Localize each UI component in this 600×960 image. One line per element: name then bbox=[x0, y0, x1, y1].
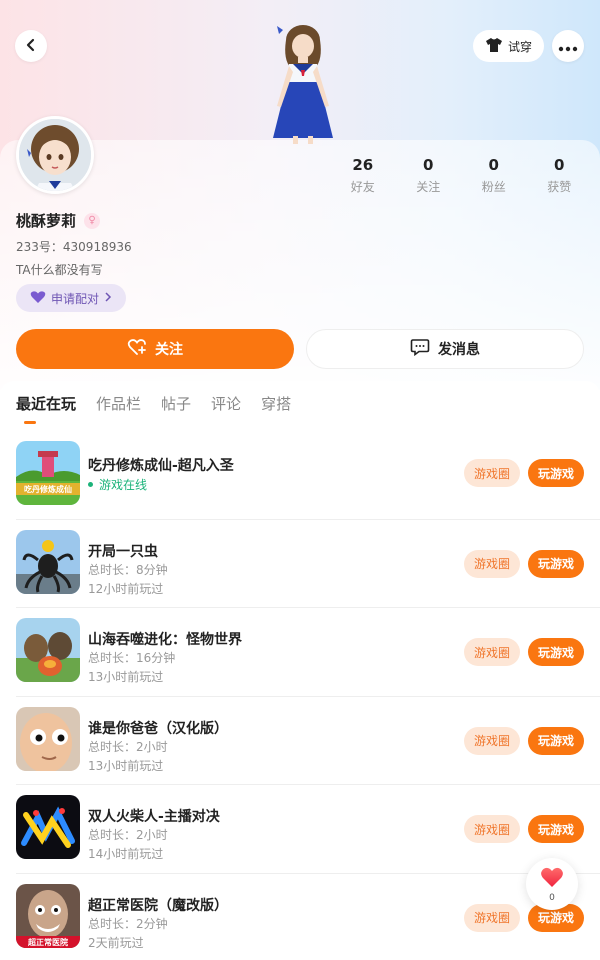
stat-label: 好友 bbox=[350, 180, 375, 194]
heart-icon bbox=[540, 866, 564, 892]
profile-stats: 26 好友 0 关注 0 粉丝 0 获赞 bbox=[330, 156, 592, 195]
game-circle-button[interactable]: 游戏圈 bbox=[464, 903, 520, 932]
tab-recent-played[interactable]: 最近在玩 bbox=[16, 393, 76, 414]
chevron-right-icon bbox=[104, 291, 112, 305]
tab-comments[interactable]: 评论 bbox=[211, 393, 241, 414]
play-duration: 总时长：2分钟 bbox=[88, 916, 168, 931]
send-message-button[interactable]: 发消息 bbox=[306, 329, 584, 369]
tab-outfits[interactable]: 穿搭 bbox=[261, 393, 291, 414]
last-played: 13小时前玩过 bbox=[88, 670, 164, 684]
recent-games-list: 吃丹修炼成仙 吃丹修炼成仙-超凡入圣 游戏在线 游戏圈 玩游戏 开局一只虫 总时… bbox=[0, 431, 600, 960]
list-item[interactable]: 超正常医院 超正常医院（魔改版） 总时长：2分钟 2天前玩过 游戏圈 玩游戏 bbox=[0, 874, 600, 960]
game-thumbnail[interactable]: 吃丹修炼成仙 bbox=[16, 441, 80, 505]
follow-label: 关注 bbox=[155, 342, 183, 358]
avatar-3d-figure[interactable] bbox=[255, 20, 350, 145]
game-title: 谁是你爸爸（汉化版） bbox=[88, 720, 228, 737]
list-item[interactable]: 开局一只虫 总时长：8分钟 12小时前玩过 游戏圈 玩游戏 bbox=[0, 520, 600, 608]
stat-value: 26 bbox=[352, 156, 374, 174]
floating-like-button[interactable]: 0 bbox=[526, 858, 578, 910]
like-count: 0 bbox=[549, 892, 555, 903]
more-options-button[interactable] bbox=[552, 30, 584, 62]
play-game-button[interactable]: 玩游戏 bbox=[528, 638, 584, 666]
game-circle-button[interactable]: 游戏圈 bbox=[464, 638, 520, 666]
tab-posts[interactable]: 帖子 bbox=[161, 393, 191, 414]
stat-label: 获赞 bbox=[547, 180, 572, 194]
apply-pair-label: 申请配对 bbox=[50, 291, 99, 306]
last-played: 12小时前玩过 bbox=[88, 581, 164, 596]
game-thumbnail[interactable] bbox=[16, 795, 80, 859]
last-played: 14小时前玩过 bbox=[88, 847, 164, 861]
back-button[interactable] bbox=[15, 30, 47, 62]
stat-value: 0 bbox=[423, 156, 434, 174]
content-panel: 最近在玩 作品栏 帖子 评论 穿搭 吃丹修炼成仙 吃丹修炼成仙-超凡入圣 游戏在… bbox=[0, 381, 600, 960]
stat-followers[interactable]: 0 粉丝 bbox=[461, 156, 527, 195]
profile-tabs: 最近在玩 作品栏 帖子 评论 穿搭 bbox=[16, 393, 291, 414]
game-circle-button[interactable]: 游戏圈 bbox=[464, 549, 520, 578]
online-status: 游戏在线 bbox=[88, 476, 147, 493]
play-game-button[interactable]: 玩游戏 bbox=[528, 549, 584, 578]
play-duration: 总时长：16分钟 bbox=[88, 651, 176, 665]
stat-likes[interactable]: 0 获赞 bbox=[527, 156, 593, 195]
last-played: 13小时前玩过 bbox=[88, 758, 164, 773]
stat-value: 0 bbox=[554, 156, 565, 174]
active-tab-indicator bbox=[24, 421, 36, 424]
game-circle-button[interactable]: 游戏圈 bbox=[464, 726, 520, 755]
stat-friends[interactable]: 26 好友 bbox=[330, 156, 396, 195]
thumb-caption: 吃丹修炼成仙 bbox=[24, 484, 72, 494]
try-on-label: 试穿 bbox=[507, 39, 532, 54]
try-on-button[interactable]: 试穿 bbox=[473, 30, 544, 62]
heart-plus-icon bbox=[127, 338, 147, 360]
user-bio: TA什么都没有写 bbox=[16, 263, 103, 277]
play-duration: 总时长：8分钟 bbox=[88, 562, 168, 577]
back-arrow-icon bbox=[24, 37, 38, 56]
stat-label: 粉丝 bbox=[481, 180, 506, 194]
game-circle-button[interactable]: 游戏圈 bbox=[464, 459, 520, 487]
chat-bubble-icon bbox=[410, 338, 430, 360]
play-duration: 总时长：2小时 bbox=[88, 828, 168, 842]
user-avatar[interactable] bbox=[16, 116, 94, 194]
stat-label: 关注 bbox=[416, 180, 441, 194]
user-id: 233号：430918936 bbox=[16, 240, 132, 254]
play-duration: 总时长：2小时 bbox=[88, 739, 168, 754]
more-dots-icon bbox=[558, 37, 578, 56]
thumb-caption: 超正常医院 bbox=[27, 937, 68, 947]
play-game-button[interactable]: 玩游戏 bbox=[528, 726, 584, 755]
game-title: 超正常医院（魔改版） bbox=[88, 897, 228, 914]
game-circle-button[interactable]: 游戏圈 bbox=[464, 815, 520, 843]
game-thumbnail[interactable] bbox=[16, 618, 80, 682]
female-gender-icon: ♀ bbox=[84, 212, 101, 229]
stat-following[interactable]: 0 关注 bbox=[396, 156, 462, 195]
online-dot-icon bbox=[88, 482, 93, 487]
last-played: 2天前玩过 bbox=[88, 935, 144, 950]
follow-button[interactable]: 关注 bbox=[16, 329, 294, 369]
send-message-label: 发消息 bbox=[438, 342, 480, 358]
heart-pair-icon bbox=[30, 290, 46, 307]
play-game-button[interactable]: 玩游戏 bbox=[528, 459, 584, 487]
online-status-label: 游戏在线 bbox=[99, 478, 148, 492]
name-row: 桃酥萝莉 ♀ bbox=[16, 210, 101, 231]
game-thumbnail[interactable] bbox=[16, 529, 80, 594]
game-title: 双人火柴人-主播对决 bbox=[88, 809, 220, 825]
game-thumbnail[interactable]: 超正常医院 bbox=[16, 883, 80, 948]
game-title: 山海吞噬进化：怪物世界 bbox=[88, 632, 242, 648]
tab-works[interactable]: 作品栏 bbox=[96, 393, 141, 414]
list-item[interactable]: 山海吞噬进化：怪物世界 总时长：16分钟 13小时前玩过 游戏圈 玩游戏 bbox=[0, 608, 600, 697]
stat-value: 0 bbox=[488, 156, 499, 174]
user-name: 桃酥萝莉 bbox=[16, 212, 77, 230]
apply-pair-button[interactable]: 申请配对 bbox=[16, 284, 126, 312]
game-title: 开局一只虫 bbox=[88, 543, 158, 560]
shirt-icon bbox=[485, 37, 503, 56]
play-game-button[interactable]: 玩游戏 bbox=[528, 815, 584, 843]
list-item[interactable]: 双人火柴人-主播对决 总时长：2小时 14小时前玩过 游戏圈 玩游戏 bbox=[0, 785, 600, 874]
list-item[interactable]: 吃丹修炼成仙 吃丹修炼成仙-超凡入圣 游戏在线 游戏圈 玩游戏 bbox=[0, 431, 600, 520]
game-thumbnail[interactable] bbox=[16, 706, 80, 771]
list-item[interactable]: 谁是你爸爸（汉化版） 总时长：2小时 13小时前玩过 游戏圈 玩游戏 bbox=[0, 697, 600, 785]
game-title: 吃丹修炼成仙-超凡入圣 bbox=[88, 458, 234, 474]
